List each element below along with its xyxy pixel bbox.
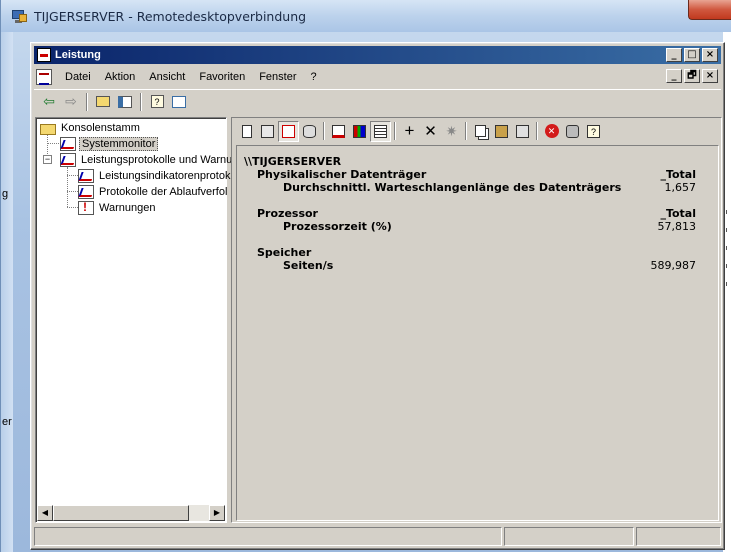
- scroll-right-icon[interactable]: ▶: [209, 505, 225, 521]
- up-folder-icon[interactable]: [92, 92, 114, 112]
- help-icon[interactable]: ?: [583, 121, 604, 142]
- delete-icon[interactable]: ✕: [420, 121, 441, 142]
- report-server: \\TIJGERSERVER: [244, 155, 342, 168]
- mmc-window: Leistung _ □ × Datei Aktion Ansicht Favo…: [30, 42, 725, 550]
- doc-minimize-button[interactable]: _: [666, 69, 682, 83]
- minimize-button[interactable]: _: [666, 48, 682, 62]
- menu-aktion[interactable]: Aktion: [98, 71, 143, 83]
- tree-root[interactable]: Konsolenstamm: [40, 120, 142, 136]
- value-pages-per-sec: 589,987: [650, 259, 697, 272]
- object-disk-instance: _Total: [660, 168, 696, 181]
- show-hide-tree-icon[interactable]: [114, 92, 136, 112]
- update-data-icon[interactable]: [562, 121, 583, 142]
- performance-logs-icon: [60, 153, 76, 167]
- tree-item-leistungsindikatoren[interactable]: Leistungsindikatorenprotok: [78, 168, 232, 184]
- collapse-expander[interactable]: −: [43, 155, 52, 164]
- object-processor-instance: _Total: [660, 207, 696, 220]
- view-graph-icon[interactable]: [328, 121, 349, 142]
- doc-close-button[interactable]: ×: [702, 69, 718, 83]
- status-cell-3: [636, 527, 721, 546]
- menu-bar: Datei Aktion Ansicht Favoriten Fenster ?…: [34, 66, 721, 87]
- view-log-data-icon[interactable]: [299, 121, 320, 142]
- menu-favoriten[interactable]: Favoriten: [192, 71, 252, 83]
- value-disk-queue: 1,657: [664, 181, 697, 194]
- view-current-activity-icon[interactable]: [278, 120, 299, 142]
- object-memory-name: Speicher: [257, 246, 312, 259]
- forward-arrow-icon[interactable]: ⇨: [60, 92, 82, 112]
- value-processor-time: 57,813: [657, 220, 697, 233]
- side-text-top: g: [2, 188, 9, 200]
- mmc-title-bar[interactable]: Leistung _ □ ×: [34, 46, 721, 64]
- view-report-icon[interactable]: [370, 120, 391, 142]
- freeze-display-icon[interactable]: ✕: [541, 121, 562, 142]
- details-pane: + ✕ ✷ ✕ ? \\TIJGERSERVER Physikalischer …: [231, 117, 722, 523]
- console-document-icon[interactable]: [36, 68, 52, 85]
- rdp-close-button[interactable]: [688, 0, 731, 20]
- status-cell-main: [34, 527, 502, 546]
- object-processor-name: Prozessor: [257, 207, 318, 220]
- report-view: \\TIJGERSERVER Physikalischer Datenträge…: [236, 145, 719, 521]
- close-button[interactable]: ×: [702, 48, 718, 62]
- folder-icon: [40, 123, 56, 135]
- tree-item-leistungsprotokolle[interactable]: Leistungsprotokolle und Warnu: [60, 152, 234, 168]
- properties-icon[interactable]: [512, 121, 533, 142]
- alerts-icon: [78, 200, 94, 215]
- view-histogram-icon[interactable]: [349, 121, 370, 142]
- object-disk-name: Physikalischer Datenträger: [257, 168, 427, 181]
- mmc-window-title: Leistung: [55, 49, 101, 61]
- highlight-icon[interactable]: ✷: [441, 121, 462, 142]
- menu-help[interactable]: ?: [304, 71, 324, 83]
- paste-counter-list-icon[interactable]: [491, 121, 512, 142]
- counter-logs-icon: [78, 169, 94, 183]
- new-counter-set-icon[interactable]: [236, 121, 257, 142]
- remote-desktop-icon: [11, 8, 27, 24]
- status-bar: [34, 527, 721, 547]
- back-arrow-icon[interactable]: ⇦: [38, 92, 60, 112]
- counter-pages-per-sec[interactable]: Seiten/s: [283, 259, 333, 272]
- system-monitor-icon: [60, 137, 76, 151]
- copy-properties-icon[interactable]: [470, 121, 491, 142]
- menu-fenster[interactable]: Fenster: [252, 71, 303, 83]
- list-view-icon[interactable]: [168, 92, 190, 112]
- console-tree: Konsolenstamm Systemmonitor − Leistungsp…: [35, 117, 232, 523]
- status-cell-2: [504, 527, 634, 546]
- scroll-left-icon[interactable]: ◀: [37, 505, 53, 521]
- scroll-thumb[interactable]: [53, 505, 189, 521]
- maximize-button[interactable]: □: [684, 48, 700, 62]
- rdp-window: TIJGERSERVER - Remotedesktopverbindung g…: [0, 0, 731, 552]
- trace-logs-icon: [78, 185, 94, 199]
- rdp-window-title: TIJGERSERVER - Remotedesktopverbindung: [34, 8, 307, 24]
- desktop-left-strip: g er: [1, 32, 13, 552]
- rdp-title-bar[interactable]: TIJGERSERVER - Remotedesktopverbindung: [1, 0, 731, 32]
- doc-restore-button[interactable]: 🗗: [684, 69, 700, 83]
- add-icon[interactable]: +: [399, 121, 420, 142]
- counter-disk-queue[interactable]: Durchschnittl. Warteschlangenlänge des D…: [283, 181, 621, 194]
- side-text-bottom: er: [2, 416, 12, 428]
- menu-datei[interactable]: Datei: [58, 71, 98, 83]
- tree-item-ablaufverfolgung[interactable]: Protokolle der Ablaufverfol: [78, 184, 229, 200]
- monitor-toolbar: + ✕ ✷ ✕ ?: [236, 120, 604, 142]
- tree-item-systemmonitor[interactable]: Systemmonitor: [60, 136, 159, 152]
- performance-icon: [37, 48, 51, 62]
- clear-display-icon[interactable]: [257, 121, 278, 142]
- tree-horizontal-scrollbar[interactable]: ◀ ▶: [37, 505, 225, 521]
- counter-processor-time[interactable]: Prozessorzeit (%): [283, 220, 392, 233]
- menu-ansicht[interactable]: Ansicht: [142, 71, 192, 83]
- main-toolbar: ⇦ ⇨ ?: [34, 89, 721, 113]
- tree-item-warnungen[interactable]: Warnungen: [78, 200, 157, 216]
- properties-icon[interactable]: ?: [146, 92, 168, 112]
